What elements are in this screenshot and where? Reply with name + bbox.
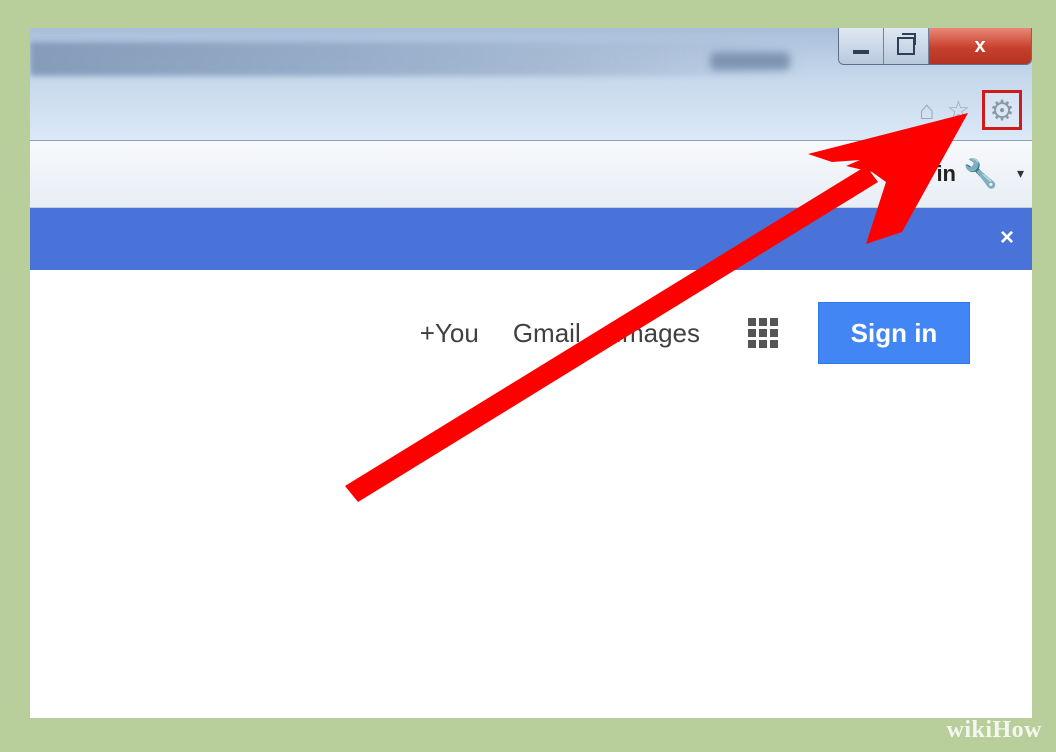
close-icon: x: [974, 34, 986, 57]
notification-bar: ×: [30, 208, 1032, 270]
link-images[interactable]: Images: [615, 318, 700, 349]
browser-toolbar-icons: ⌂ ☆ ⚙: [919, 90, 1022, 130]
link-gmail[interactable]: Gmail: [513, 318, 581, 349]
restore-button[interactable]: [884, 28, 929, 64]
star-icon[interactable]: ☆: [947, 97, 970, 123]
bar-signin-link[interactable]: Sign in: [883, 161, 956, 187]
gear-icon: ⚙: [989, 94, 1015, 126]
command-bar: Sign in 🔧 ▾: [30, 141, 1032, 208]
close-button[interactable]: x: [929, 28, 1031, 64]
chevron-down-icon[interactable]: ▾: [1017, 165, 1024, 182]
tools-gear-button[interactable]: ⚙: [982, 90, 1022, 130]
signin-button[interactable]: Sign in: [818, 302, 970, 364]
google-top-bar: +You Gmail Images Sign in: [420, 302, 970, 364]
browser-window: x ⌂ ☆ ⚙ Sign in 🔧 ▾ × +You Gmail Images …: [30, 28, 1032, 718]
blurred-tabs: [30, 42, 810, 76]
minimize-icon: [853, 50, 869, 54]
minimize-button[interactable]: [839, 28, 884, 64]
window-controls: x: [838, 28, 1032, 65]
restore-icon: [897, 33, 916, 55]
wikihow-watermark: wikiHow: [946, 717, 1042, 743]
close-icon[interactable]: ×: [1000, 224, 1014, 252]
home-icon[interactable]: ⌂: [919, 97, 935, 123]
blurred-tab-close: [710, 52, 790, 70]
wrench-icon[interactable]: 🔧: [963, 157, 998, 190]
apps-grid-icon[interactable]: [748, 318, 778, 348]
link-plus-you[interactable]: +You: [420, 318, 479, 349]
title-bar: x ⌂ ☆ ⚙: [30, 28, 1032, 141]
